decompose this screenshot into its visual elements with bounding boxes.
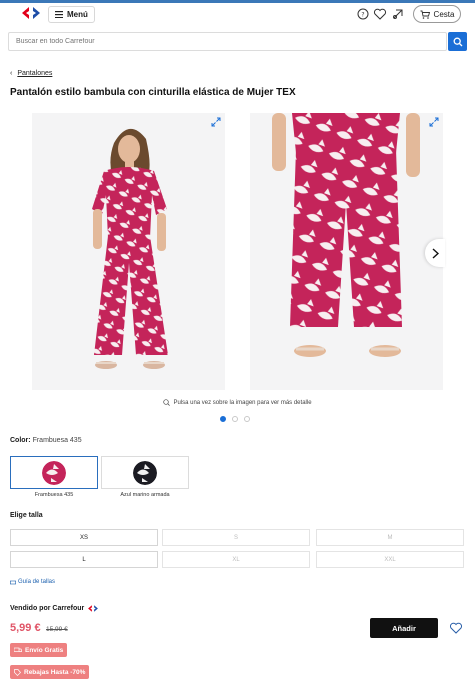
ruler-icon [10,580,16,584]
cart-icon [420,10,430,19]
chevron-right-icon [432,247,439,259]
truck-icon [14,647,22,652]
sold-by-text: Vendido por Carrefour [10,605,85,612]
carousel-next-button[interactable] [425,239,445,267]
model-photo-front [32,113,225,390]
svg-text:?: ? [361,12,364,19]
color-value: Frambuesa 435 [32,437,82,444]
model-photo-detail [250,113,443,390]
menu-label: Menú [67,10,88,19]
swatch-image [133,460,157,485]
color-label: Color: Frambuesa 435 [10,437,82,444]
menu-button[interactable]: Menú [48,6,95,23]
carousel-dots [220,416,250,422]
heart-icon[interactable] [373,7,387,21]
size-option-l[interactable]: L [10,551,158,568]
zoom-icon [163,399,171,406]
badge-text: Rebajas Hasta -70% [24,668,86,676]
badge-text: Envío Gratis [25,646,64,654]
chat-icon[interactable]: ? [356,7,370,21]
color-swatch-name: Azul marino armada [120,492,170,498]
expand-icon[interactable] [211,117,221,127]
search-button[interactable] [448,32,467,51]
breadcrumb-link[interactable]: Pantalones [17,70,52,77]
size-option-s[interactable]: S [162,529,310,546]
size-option-xs[interactable]: XS [10,529,158,546]
tag-icon [14,668,21,676]
carousel-dot[interactable] [244,416,250,422]
size-option-xl[interactable]: XL [162,551,310,568]
expand-icon[interactable] [429,117,439,127]
old-price: 15,99 € [46,626,68,633]
product-title: Pantalón estilo bambula con cinturilla e… [10,87,296,98]
product-image-1[interactable] [32,113,225,390]
zoom-hint: Pulsa una vez sobre la imagen para ver m… [0,399,475,406]
hamburger-icon [55,11,63,18]
size-guide-link[interactable]: Guía de tallas [10,579,55,585]
cart-button[interactable]: Cesta [413,5,461,23]
size-guide-label: Guía de tallas [18,579,56,585]
cart-label: Cesta [433,9,455,19]
current-price: 5,99 € [10,622,41,634]
swatch-image [42,460,66,485]
color-swatch-azul-marino[interactable] [101,456,189,489]
search-input[interactable] [8,32,447,51]
add-to-cart-button[interactable]: Añadir [370,618,438,638]
favorite-icon[interactable] [449,621,463,635]
zoom-hint-text: Pulsa una vez sobre la imagen para ver m… [173,399,312,406]
size-option-m[interactable]: M [316,529,464,546]
color-swatch-frambuesa[interactable] [10,456,98,489]
carrefour-logo[interactable] [20,5,42,21]
carrefour-logo-small [88,605,99,612]
carousel-dot[interactable] [232,416,238,422]
size-label: Elige talla [10,512,43,519]
color-swatch-name: Frambuesa 435 [34,492,74,498]
chevron-left-icon: ‹ [10,70,13,77]
color-label-prefix: Color: [10,437,31,444]
sold-by: Vendido por Carrefour [10,604,99,613]
free-shipping-badge: Envío Gratis [10,643,68,657]
product-image-2[interactable] [250,113,443,390]
carousel-dot[interactable] [220,416,226,422]
coupon-icon[interactable] [391,7,405,21]
sale-badge: Rebajas Hasta -70% [10,665,90,679]
header: Menú ? Cesta [0,3,475,25]
breadcrumb[interactable]: ‹ Pantalones [10,70,52,77]
search-icon [453,37,462,46]
size-option-xxl[interactable]: XXL [316,551,464,568]
